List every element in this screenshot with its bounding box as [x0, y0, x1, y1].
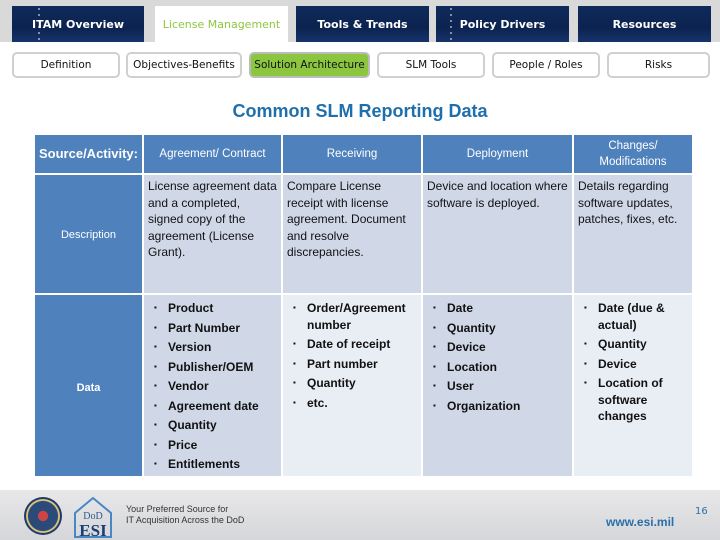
- list-item: Part number: [287, 356, 417, 373]
- subnav-label: Objectives-Benefits: [133, 59, 235, 71]
- subnav-solution-architecture[interactable]: Solution Architecture: [249, 52, 370, 78]
- decorative-dots: [450, 6, 452, 42]
- header-source-activity: Source/Activity:: [35, 135, 142, 173]
- data-cell: Order/Agreement number Date of receipt Par…: [282, 295, 421, 476]
- list-item: Device: [578, 356, 688, 373]
- tab-label: ITAM Overview: [31, 17, 124, 31]
- list-item: Location of software changes: [578, 375, 688, 425]
- sub-navigation: Definition Objectives-Benefits Solution …: [0, 52, 720, 80]
- list-item: Quantity: [427, 320, 568, 337]
- list-item: Publisher/OEM: [148, 359, 277, 376]
- decorative-dots: [38, 6, 40, 42]
- description-cell: Details regarding software updates, patc…: [573, 175, 692, 293]
- tab-tools-trends[interactable]: Tools & Trends: [296, 6, 429, 42]
- row-label-data: Data: [35, 295, 142, 476]
- header-deployment: Deployment: [422, 135, 572, 173]
- bullet-list: Date (due & actual) Quantity Device Locatio…: [578, 300, 688, 425]
- description-cell: License agreement data and a completed, …: [143, 175, 281, 293]
- data-cell: Date (due & actual) Quantity Device Locatio…: [573, 295, 692, 476]
- data-cell: Product Part Number Version Publisher/OEM Ve…: [143, 295, 281, 476]
- subnav-label: People / Roles: [509, 59, 583, 71]
- header-row: Source/Activity: Agreement/ Contract Rec…: [35, 135, 692, 173]
- page-number: 16: [695, 506, 708, 517]
- list-item: Version: [148, 339, 277, 356]
- tagline: Your Preferred Source for IT Acquisition…: [126, 504, 244, 526]
- list-item: Price: [148, 437, 277, 454]
- list-item: User: [427, 378, 568, 395]
- logo-text-esi: ESI: [79, 521, 107, 539]
- tab-resources[interactable]: Resources: [578, 6, 711, 42]
- subnav-label: SLM Tools: [405, 59, 457, 71]
- tab-label: License Management: [162, 17, 281, 31]
- data-row: Data Product Part Number Version Publisher/…: [35, 295, 692, 476]
- top-tab-bar: ITAM Overview License Management Tools &…: [0, 0, 720, 42]
- tab-license-management[interactable]: License Management: [155, 6, 288, 42]
- list-item: Order/Agreement number: [287, 300, 417, 333]
- slm-reporting-table: Source/Activity: Agreement/ Contract Rec…: [33, 133, 694, 478]
- list-item: Quantity: [578, 336, 688, 353]
- tab-label: Resources: [612, 17, 677, 31]
- list-item: Location: [427, 359, 568, 376]
- data-cell: Date Quantity Device Location User Organizati…: [422, 295, 572, 476]
- header-changes-modifications: Changes/ Modifications: [573, 135, 692, 173]
- list-item: Organization: [427, 398, 568, 415]
- dod-esi-logo: DoD ESI: [74, 496, 112, 539]
- dod-seal-icon: [24, 497, 62, 535]
- page-title: Common SLM Reporting Data: [232, 101, 488, 121]
- list-item: Product: [148, 300, 277, 317]
- list-item: Part Number: [148, 320, 277, 337]
- list-item: Agreement date: [148, 398, 277, 415]
- bullet-list: Order/Agreement number Date of receipt Par…: [287, 300, 417, 411]
- list-item: Date of receipt: [287, 336, 417, 353]
- tagline-line-1: Your Preferred Source for: [126, 504, 229, 514]
- subnav-label: Definition: [40, 59, 92, 71]
- subnav-label: Risks: [644, 59, 673, 71]
- list-item: Quantity: [148, 417, 277, 434]
- row-label-description: Description: [35, 175, 142, 293]
- description-row: Description License agreement data and a…: [35, 175, 692, 293]
- website-link[interactable]: www.esi.mil: [606, 515, 674, 529]
- subnav-risks[interactable]: Risks: [607, 52, 710, 78]
- header-agreement-contract: Agreement/ Contract: [143, 135, 281, 173]
- tab-policy-drivers[interactable]: Policy Drivers: [436, 6, 569, 42]
- bullet-list: Date Quantity Device Location User Organizati…: [427, 300, 568, 414]
- tab-label: Policy Drivers: [459, 17, 546, 31]
- tagline-line-2: IT Acquisition Across the DoD: [126, 515, 245, 525]
- subnav-definition[interactable]: Definition: [12, 52, 120, 78]
- subnav-people-roles[interactable]: People / Roles: [492, 52, 600, 78]
- tab-label: Tools & Trends: [317, 17, 408, 31]
- list-item: Entitlements: [148, 456, 277, 473]
- tab-itam-overview[interactable]: ITAM Overview: [12, 6, 144, 42]
- list-item: Date (due & actual): [578, 300, 688, 333]
- footer: DoD ESI Your Preferred Source for IT Acq…: [0, 490, 720, 540]
- list-item: Quantity: [287, 375, 417, 392]
- header-receiving: Receiving: [282, 135, 421, 173]
- subnav-label: Solution Architecture: [254, 59, 365, 71]
- subnav-objectives-benefits[interactable]: Objectives-Benefits: [126, 52, 242, 78]
- list-item: etc.: [287, 395, 417, 412]
- list-item: Device: [427, 339, 568, 356]
- list-item: Date: [427, 300, 568, 317]
- bullet-list: Product Part Number Version Publisher/OEM Ve…: [148, 300, 277, 473]
- description-cell: Device and location where software is de…: [422, 175, 572, 293]
- subnav-slm-tools[interactable]: SLM Tools: [377, 52, 485, 78]
- description-cell: Compare License receipt with license agr…: [282, 175, 421, 293]
- list-item: Vendor: [148, 378, 277, 395]
